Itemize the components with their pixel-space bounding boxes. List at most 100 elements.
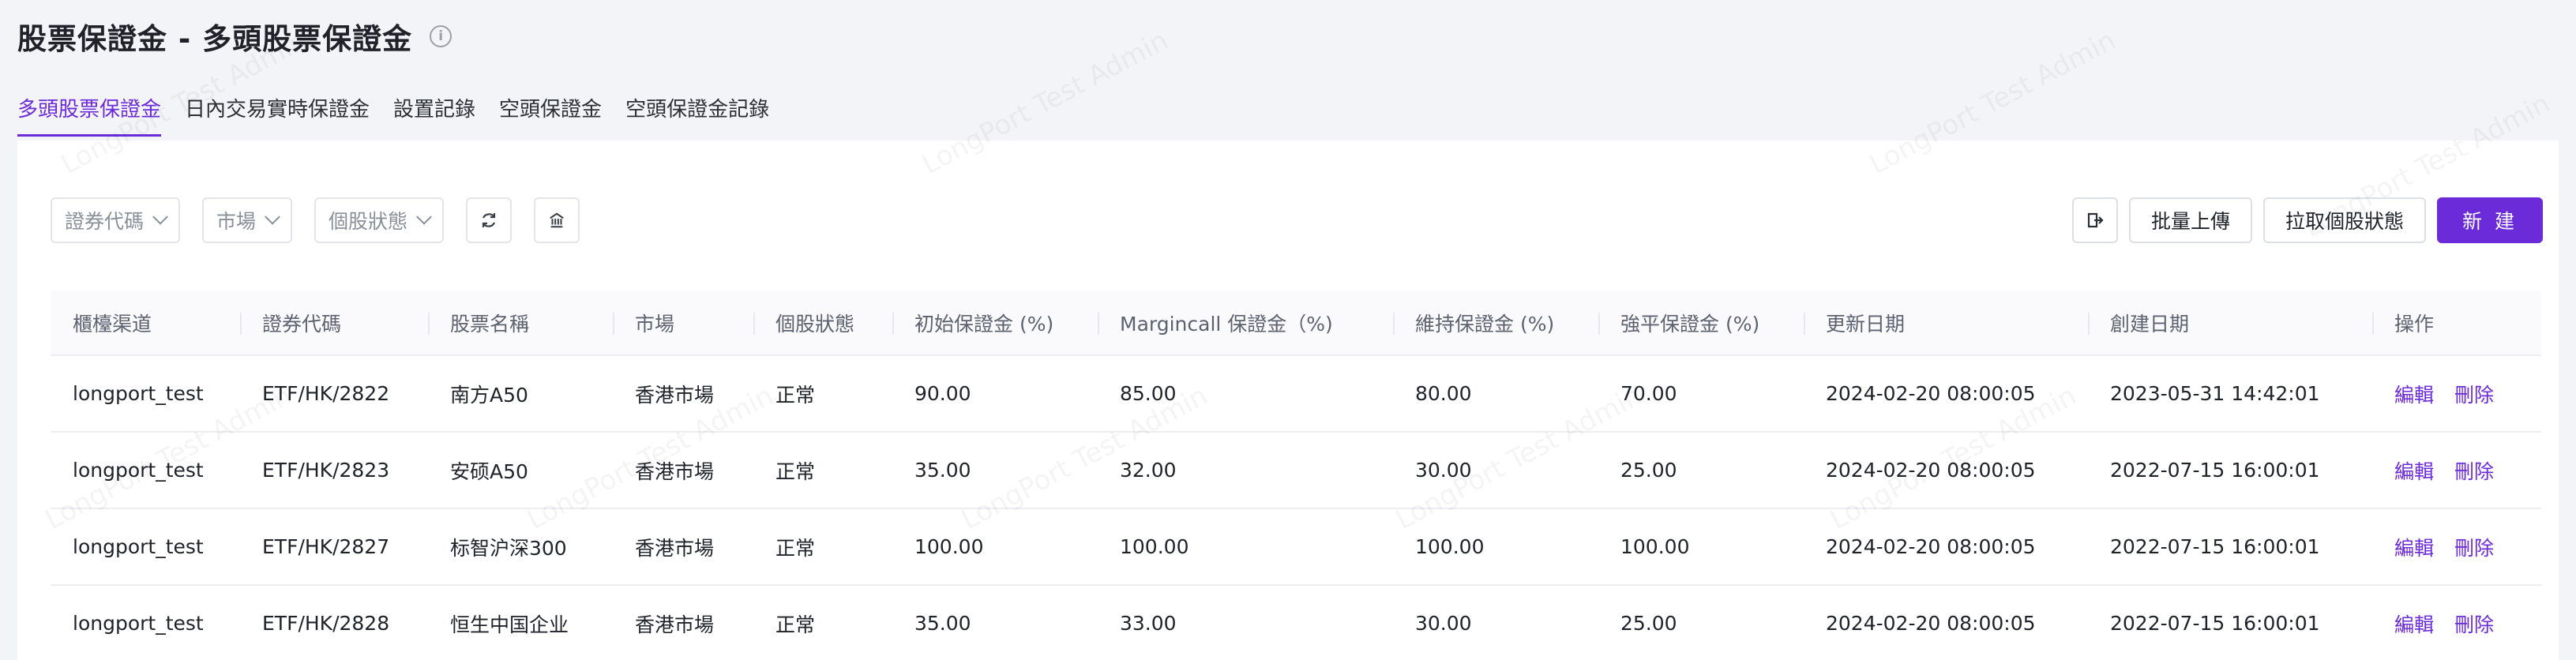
- security-code-filter[interactable]: 證券代碼: [51, 197, 181, 243]
- tab-long-margin[interactable]: 多頭股票保證金: [17, 93, 162, 137]
- table-cell: longport_test: [51, 585, 240, 660]
- column-header: 初始保證金 (%): [892, 291, 1098, 356]
- market-filter-label: 市場: [216, 210, 257, 233]
- bank-button[interactable]: [534, 197, 580, 243]
- actions-cell: 編輯 刪除: [2372, 355, 2541, 433]
- column-header: 證券代碼: [240, 291, 428, 356]
- table-cell: 2022-07-15 16:00:01: [2088, 585, 2372, 660]
- chevron-down-icon: [265, 208, 280, 225]
- table-cell: 香港市場: [613, 355, 753, 433]
- table-cell: 恒生中国企业: [428, 585, 613, 660]
- table-cell: 正常: [753, 355, 892, 433]
- filter-bar: 證券代碼 市場 個股狀態: [51, 197, 602, 243]
- table-cell: 25.00: [1598, 585, 1804, 660]
- create-button[interactable]: 新 建: [2437, 197, 2543, 243]
- actions-cell: 編輯 刪除: [2372, 585, 2541, 660]
- column-header: 強平保證金 (%): [1598, 291, 1804, 356]
- table-header-row: 櫃檯渠道 證券代碼 股票名稱 市場 個股狀態 初始保證金 (%) Marginc…: [51, 291, 2541, 356]
- table-cell: longport_test: [51, 432, 240, 509]
- page-title: 股票保證金 - 多頭股票保證金: [17, 22, 413, 56]
- table-row: longport_test ETF/HK/2822 南方A50 香港市場 正常 …: [51, 355, 2541, 433]
- table-cell: longport_test: [51, 508, 240, 586]
- edit-link[interactable]: 編輯: [2394, 613, 2434, 636]
- delete-link[interactable]: 刪除: [2454, 613, 2494, 636]
- tab-intraday-margin[interactable]: 日內交易實時保證金: [185, 93, 370, 137]
- table-cell: 标智沪深300: [428, 508, 613, 586]
- column-header: 櫃檯渠道: [51, 291, 240, 356]
- table-cell: 2024-02-20 08:00:05: [1804, 585, 2088, 660]
- export-button[interactable]: [2072, 197, 2119, 243]
- table-cell: 2024-02-20 08:00:05: [1804, 432, 2088, 509]
- stock-status-filter[interactable]: 個股狀態: [314, 197, 445, 243]
- info-icon[interactable]: i: [430, 25, 452, 47]
- bank-icon: [550, 212, 564, 228]
- refresh-icon: [482, 213, 496, 227]
- column-header: 維持保證金 (%): [1393, 291, 1598, 356]
- tab-short-margin[interactable]: 空頭保證金: [499, 93, 602, 137]
- table-cell: 30.00: [1393, 432, 1598, 509]
- table-cell: 32.00: [1098, 432, 1393, 509]
- table-cell: 香港市場: [613, 585, 753, 660]
- column-header: 個股狀態: [753, 291, 892, 356]
- delete-link[interactable]: 刪除: [2454, 384, 2494, 407]
- table-cell: 南方A50: [428, 355, 613, 433]
- export-icon: [2087, 212, 2104, 228]
- table-cell: 100.00: [1393, 508, 1598, 586]
- edit-link[interactable]: 編輯: [2394, 460, 2434, 483]
- chevron-down-icon: [416, 208, 432, 225]
- edit-link[interactable]: 編輯: [2394, 537, 2434, 560]
- table-cell: 100.00: [892, 508, 1098, 586]
- batch-upload-button[interactable]: 批量上傳: [2129, 197, 2253, 243]
- table-cell: 70.00: [1598, 355, 1804, 433]
- column-header: 更新日期: [1804, 291, 2088, 356]
- table-cell: 正常: [753, 432, 892, 509]
- actions-cell: 編輯 刪除: [2372, 508, 2541, 586]
- table-cell: 90.00: [892, 355, 1098, 433]
- table-cell: 2023-05-31 14:42:01: [2088, 355, 2372, 433]
- market-filter[interactable]: 市場: [202, 197, 293, 243]
- table-cell: 85.00: [1098, 355, 1393, 433]
- column-header: Margincall 保證金（%): [1098, 291, 1393, 356]
- table-cell: 100.00: [1598, 508, 1804, 586]
- chevron-down-icon: [152, 208, 168, 225]
- column-header: 操作: [2372, 291, 2541, 356]
- delete-link[interactable]: 刪除: [2454, 460, 2494, 483]
- column-header: 市場: [613, 291, 753, 356]
- column-header: 股票名稱: [428, 291, 613, 356]
- table-cell: longport_test: [51, 355, 240, 433]
- content-card: 證券代碼 市場 個股狀態 批量上傳 拉取個股狀態 新 建 櫃檯渠道 證券代碼 股…: [17, 141, 2559, 660]
- table-cell: 香港市場: [613, 508, 753, 586]
- table-cell: ETF/HK/2828: [240, 585, 428, 660]
- tab-settings-log[interactable]: 設置記錄: [393, 93, 475, 137]
- table-cell: 33.00: [1098, 585, 1393, 660]
- stock-status-filter-label: 個股狀態: [329, 210, 408, 233]
- tab-bar: 多頭股票保證金 日內交易實時保證金 設置記錄 空頭保證金 空頭保證金記錄: [17, 93, 793, 137]
- table-cell: 2024-02-20 08:00:05: [1804, 355, 2088, 433]
- action-bar: 批量上傳 拉取個股狀態 新 建: [2061, 197, 2543, 243]
- table-cell: 香港市場: [613, 432, 753, 509]
- table-row: longport_test ETF/HK/2823 安硕A50 香港市場 正常 …: [51, 432, 2541, 509]
- table-cell: 80.00: [1393, 355, 1598, 433]
- table-cell: 25.00: [1598, 432, 1804, 509]
- column-header: 創建日期: [2088, 291, 2372, 356]
- table-row: longport_test ETF/HK/2828 恒生中国企业 香港市場 正常…: [51, 585, 2541, 660]
- table-cell: 2022-07-15 16:00:01: [2088, 432, 2372, 509]
- pull-stock-status-button[interactable]: 拉取個股狀態: [2263, 197, 2427, 243]
- table-cell: 安硕A50: [428, 432, 613, 509]
- page: 股票保證金 - 多頭股票保證金 i 多頭股票保證金 日內交易實時保證金 設置記錄…: [0, 0, 2576, 660]
- tab-short-margin-log[interactable]: 空頭保證金記錄: [625, 93, 769, 137]
- table-cell: 100.00: [1098, 508, 1393, 586]
- delete-link[interactable]: 刪除: [2454, 537, 2494, 560]
- table-cell: ETF/HK/2827: [240, 508, 428, 586]
- table-row: longport_test ETF/HK/2827 标智沪深300 香港市場 正…: [51, 508, 2541, 586]
- table-cell: 35.00: [892, 432, 1098, 509]
- table-cell: 30.00: [1393, 585, 1598, 660]
- edit-link[interactable]: 編輯: [2394, 384, 2434, 407]
- refresh-button[interactable]: [466, 197, 513, 243]
- table-cell: 正常: [753, 508, 892, 586]
- table-cell: 2024-02-20 08:00:05: [1804, 508, 2088, 586]
- margin-table: 櫃檯渠道 證券代碼 股票名稱 市場 個股狀態 初始保證金 (%) Marginc…: [51, 291, 2541, 660]
- table-cell: 2022-07-15 16:00:01: [2088, 508, 2372, 586]
- table-cell: ETF/HK/2823: [240, 432, 428, 509]
- page-header: 股票保證金 - 多頭股票保證金 i: [17, 13, 452, 60]
